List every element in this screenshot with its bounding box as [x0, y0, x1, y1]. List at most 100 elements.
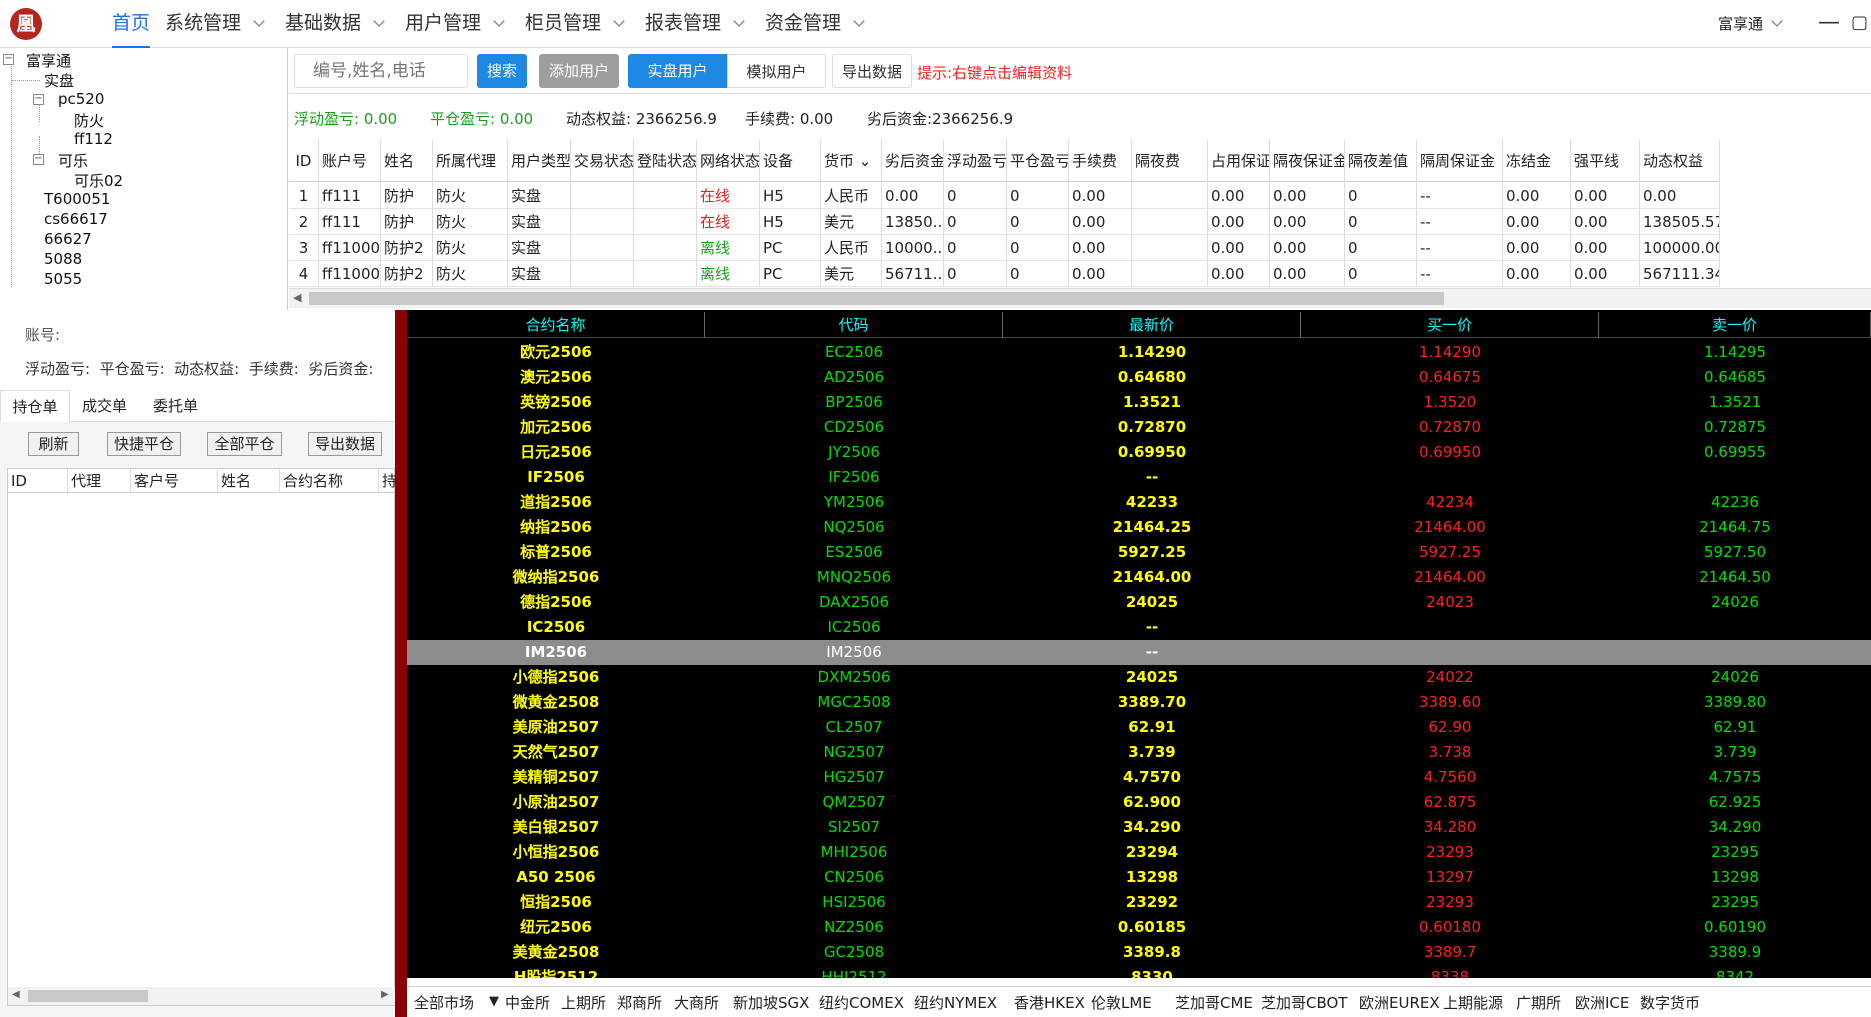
market-tab[interactable]: 香港HKEX — [1014, 992, 1085, 1013]
tree-node[interactable]: 实盘 — [44, 70, 74, 91]
column-header[interactable]: 所属代理 — [433, 140, 508, 182]
column-header[interactable]: 劣后资金 — [882, 140, 944, 182]
tree-node[interactable]: 66627 — [44, 230, 92, 248]
collapse-icon[interactable]: − — [3, 54, 14, 65]
quote-row[interactable]: 天然气2507 NG2507 3.739 3.738 3.739 — [407, 740, 1871, 765]
quote-row[interactable]: 德指2506 DAX2506 24025 24023 24026 — [407, 590, 1871, 615]
tree-node[interactable]: 可乐 — [58, 150, 88, 171]
scroll-left-icon[interactable]: ◀ — [12, 989, 20, 1000]
scroll-thumb[interactable] — [309, 292, 1444, 305]
search-input[interactable] — [294, 54, 468, 88]
add-user-button[interactable]: 添加用户 — [539, 54, 619, 88]
search-button[interactable]: 搜索 — [477, 54, 527, 88]
column-header[interactable]: 设备 — [760, 140, 821, 182]
nav-funds[interactable]: 资金管理 — [765, 0, 865, 48]
column-header[interactable]: 持 — [379, 469, 396, 493]
quote-row[interactable]: IC2506 IC2506 -- — [407, 615, 1871, 640]
horizontal-scrollbar[interactable]: ◀ — [289, 288, 1871, 308]
market-tab[interactable]: 新加坡SGX — [733, 992, 809, 1013]
column-header[interactable]: 客户号 — [131, 469, 218, 493]
table-row[interactable]: 3ff11000...防护2防火实盘离线PC人民币10000...000.000… — [289, 235, 1871, 261]
quote-row[interactable]: 小德指2506 DXM2506 24025 24022 24026 — [407, 665, 1871, 690]
column-header[interactable]: 代理 — [68, 469, 131, 493]
table-row[interactable]: 4ff11000...防护2防火实盘离线PC美元56711...000.000.… — [289, 261, 1871, 287]
market-tab[interactable]: 郑商所 — [617, 992, 662, 1013]
refresh-button[interactable]: 刷新 — [28, 432, 79, 456]
quote-column-header[interactable]: 代码 — [705, 312, 1003, 338]
sim-users-tab[interactable]: 模拟用户 — [727, 54, 826, 88]
scroll-left-icon[interactable]: ◀ — [293, 291, 301, 304]
column-header[interactable]: 隔夜保证金 — [1270, 140, 1345, 182]
quote-row[interactable]: 道指2506 YM2506 42233 42234 42236 — [407, 490, 1871, 515]
quote-row[interactable]: 小原油2507 QM2507 62.900 62.875 62.925 — [407, 790, 1871, 815]
market-tab[interactable]: 芝加哥CME — [1175, 992, 1253, 1013]
tab-orders[interactable]: 委托单 — [153, 390, 198, 422]
column-header[interactable]: 浮动盈亏 — [944, 140, 1007, 182]
column-header[interactable]: 交易状态 — [571, 140, 634, 182]
column-header[interactable]: 姓名 — [218, 469, 280, 493]
quote-row[interactable]: 日元2506 JY2506 0.69950 0.69950 0.69955 — [407, 440, 1871, 465]
market-tab[interactable]: 上期所 — [561, 992, 606, 1013]
column-header[interactable]: 合约名称 — [280, 469, 379, 493]
nav-system[interactable]: 系统管理 — [165, 0, 265, 48]
market-tab[interactable]: 数字货币 — [1640, 992, 1700, 1013]
column-header[interactable]: 货币 ⌄ — [821, 140, 882, 182]
nav-basic-data[interactable]: 基础数据 — [285, 0, 385, 48]
quote-row[interactable]: 微黄金2508 MGC2508 3389.70 3389.60 3389.80 — [407, 690, 1871, 715]
market-tab[interactable]: 伦敦LME — [1091, 992, 1152, 1013]
scroll-thumb[interactable] — [28, 990, 148, 1002]
maximize-button[interactable]: ▢ — [1851, 12, 1868, 33]
tree-node[interactable]: pc520 — [58, 90, 104, 108]
quote-row[interactable]: 美黄金2508 GC2508 3389.8 3389.7 3389.9 — [407, 940, 1871, 965]
quote-row[interactable]: 美原油2507 CL2507 62.91 62.90 62.91 — [407, 715, 1871, 740]
quote-row[interactable]: 恒指2506 HSI2506 23292 23293 23295 — [407, 890, 1871, 915]
column-header[interactable]: 平仓盈亏 — [1007, 140, 1069, 182]
quote-row[interactable]: 微纳指2506 MNQ2506 21464.00 21464.00 21464.50 — [407, 565, 1871, 590]
column-header[interactable]: 账户号 — [319, 140, 381, 182]
quote-row[interactable]: 标普2506 ES2506 5927.25 5927.25 5927.50 — [407, 540, 1871, 565]
tree-node[interactable]: 防火 — [74, 110, 104, 131]
column-header[interactable]: 冻结金 — [1503, 140, 1571, 182]
market-tab[interactable]: 中金所 — [505, 992, 550, 1013]
tree-node[interactable]: 5055 — [44, 270, 82, 288]
quote-column-header[interactable]: 合约名称 — [407, 312, 705, 338]
market-tab[interactable]: 欧洲EUREX — [1359, 992, 1440, 1013]
column-header[interactable]: 网络状态 — [697, 140, 760, 182]
column-header[interactable]: 隔夜差值 — [1345, 140, 1417, 182]
column-header[interactable]: ID — [8, 469, 68, 493]
quote-column-header[interactable]: 卖一价 — [1599, 312, 1871, 338]
market-tab[interactable]: 广期所 — [1516, 992, 1561, 1013]
quote-row[interactable]: H股指2512 HHI2512 8330 8338 8342 — [407, 965, 1871, 978]
table-row[interactable]: 1 ff111 防护 防火 实盘 在线 H5 人民币 0.00 0 0 0.00 0.00 0.00 0 --… — [289, 183, 1871, 209]
market-dropdown-icon[interactable]: ▼ — [489, 994, 499, 1009]
column-header[interactable]: 手续费 — [1069, 140, 1132, 182]
export-positions-button[interactable]: 导出数据 — [308, 432, 382, 456]
quote-row[interactable]: 纳指2506 NQ2506 21464.25 21464.00 21464.75 — [407, 515, 1871, 540]
market-tab[interactable]: 纽约COMEX — [819, 992, 904, 1013]
quote-row[interactable]: 纽元2506 NZ2506 0.60185 0.60180 0.60190 — [407, 915, 1871, 940]
quote-row[interactable]: 美白银2507 SI2507 34.290 34.280 34.290 — [407, 815, 1871, 840]
nav-home[interactable]: 首页 — [112, 0, 151, 48]
nav-users[interactable]: 用户管理 — [405, 0, 505, 48]
collapse-icon[interactable]: − — [33, 154, 44, 165]
tree-node[interactable]: 富享通 — [26, 50, 71, 71]
quote-column-header[interactable]: 买一价 — [1301, 312, 1599, 338]
quote-column-header[interactable]: 最新价 — [1003, 312, 1301, 338]
quote-row[interactable]: 加元2506 CD2506 0.72870 0.72870 0.72875 — [407, 415, 1871, 440]
column-header[interactable]: 用户类型 — [508, 140, 571, 182]
quote-row[interactable]: 澳元2506 AD2506 0.64680 0.64675 0.64685 — [407, 365, 1871, 390]
column-header[interactable]: 强平线 — [1571, 140, 1640, 182]
column-header[interactable]: 姓名 — [381, 140, 433, 182]
column-header[interactable]: 隔周保证金 — [1417, 140, 1503, 182]
tree-node[interactable]: ff112 — [74, 130, 113, 148]
column-header[interactable]: ID — [289, 140, 319, 182]
scroll-right-icon[interactable]: ▶ — [381, 989, 389, 1000]
market-tab[interactable]: 欧洲ICE — [1575, 992, 1629, 1013]
positions-scrollbar[interactable]: ◀ ▶ — [8, 987, 396, 1005]
quote-row[interactable]: 欧元2506 EC2506 1.14290 1.14290 1.14295 — [407, 340, 1871, 365]
column-header[interactable]: 动态权益 — [1640, 140, 1720, 182]
market-tab[interactable]: 上期能源 — [1443, 992, 1503, 1013]
quote-row[interactable]: IM2506 IM2506 -- — [407, 640, 1871, 665]
quick-close-button[interactable]: 快捷平仓 — [107, 432, 181, 456]
tree-node[interactable]: T600051 — [44, 190, 110, 208]
